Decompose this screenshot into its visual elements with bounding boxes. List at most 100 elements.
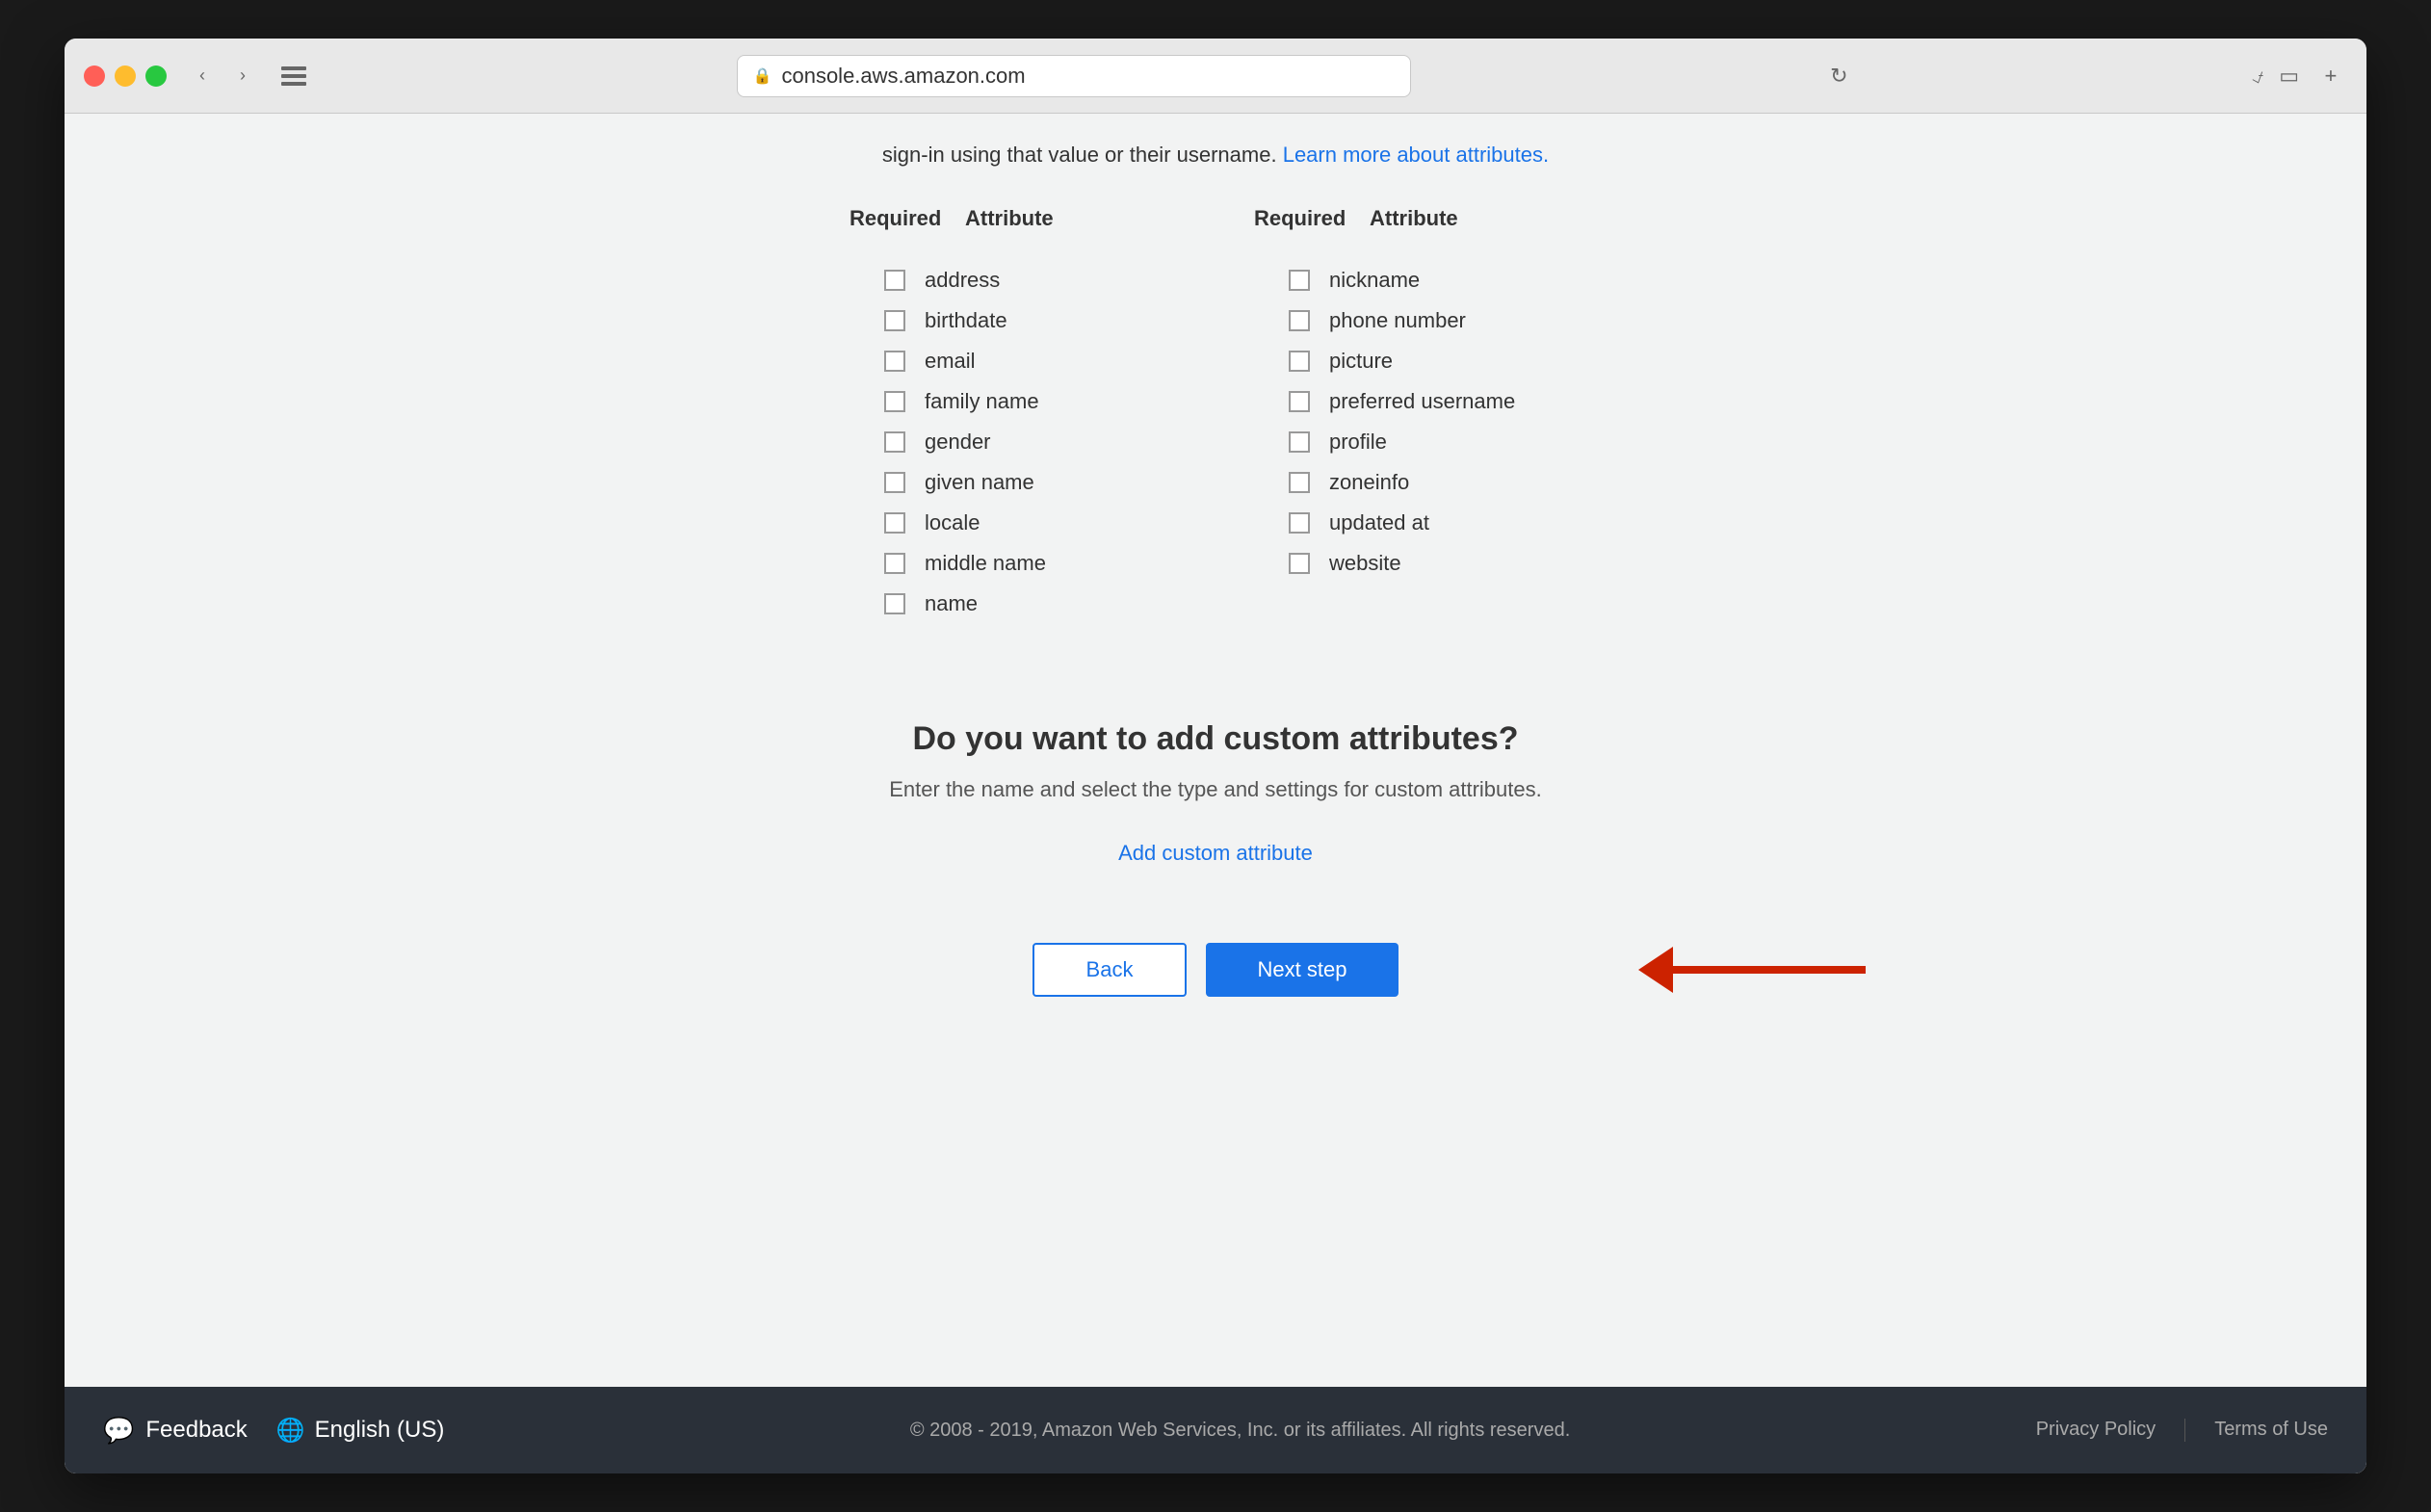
footer-right: Privacy Policy Terms of Use: [2036, 1419, 2328, 1442]
profile-label: profile: [1329, 430, 1387, 455]
list-item: picture: [1254, 341, 1581, 381]
family-name-label: family name: [925, 389, 1039, 414]
next-step-button[interactable]: Next step: [1206, 943, 1398, 997]
address-label: address: [925, 268, 1000, 293]
copyright-text: © 2008 - 2019, Amazon Web Services, Inc.…: [910, 1420, 1570, 1441]
sidebar-toggle-button[interactable]: [274, 60, 313, 92]
right-column-header: Required Attribute: [1254, 206, 1581, 241]
right-attributes-column: Required Attribute nickname phone number…: [1254, 206, 1581, 624]
address-checkbox[interactable]: [884, 270, 905, 291]
list-item: gender: [850, 422, 1177, 462]
buttons-section: Back Next step: [103, 904, 2328, 1055]
privacy-policy-link[interactable]: Privacy Policy: [2036, 1419, 2156, 1442]
website-label: website: [1329, 551, 1401, 576]
list-item: email: [850, 341, 1177, 381]
list-item: address: [850, 260, 1177, 300]
zoneinfo-checkbox[interactable]: [1289, 472, 1310, 493]
name-checkbox[interactable]: [884, 593, 905, 614]
info-text: sign-in using that value or their userna…: [103, 143, 2328, 168]
email-label: email: [925, 349, 976, 374]
language-label: English (US): [315, 1417, 445, 1444]
updated-at-label: updated at: [1329, 510, 1429, 535]
language-selector[interactable]: 🌐 English (US): [276, 1417, 445, 1445]
family-name-checkbox[interactable]: [884, 391, 905, 412]
new-window-icon[interactable]: ▭: [2279, 64, 2299, 89]
arrow-head-icon: [1638, 947, 1673, 993]
arrow-indicator: [1638, 947, 1866, 993]
email-checkbox[interactable]: [884, 351, 905, 372]
list-item: family name: [850, 381, 1177, 422]
birthdate-checkbox[interactable]: [884, 310, 905, 331]
add-tab-button[interactable]: +: [2314, 60, 2347, 92]
list-item: phone number: [1254, 300, 1581, 341]
share-icon[interactable]: ⍻: [2252, 64, 2263, 89]
nav-buttons: ‹ ›: [186, 60, 259, 92]
list-item: profile: [1254, 422, 1581, 462]
middle-name-checkbox[interactable]: [884, 553, 905, 574]
picture-checkbox[interactable]: [1289, 351, 1310, 372]
forward-nav-button[interactable]: ›: [226, 60, 259, 92]
nickname-checkbox[interactable]: [1289, 270, 1310, 291]
feedback-icon: 💬: [103, 1416, 134, 1446]
given-name-checkbox[interactable]: [884, 472, 905, 493]
profile-checkbox[interactable]: [1289, 431, 1310, 453]
nickname-label: nickname: [1329, 268, 1420, 293]
list-item: website: [1254, 543, 1581, 584]
list-item: name: [850, 584, 1177, 624]
zoneinfo-label: zoneinfo: [1329, 470, 1409, 495]
maximize-button[interactable]: [145, 65, 167, 87]
preferred-username-label: preferred username: [1329, 389, 1515, 414]
custom-attributes-description: Enter the name and select the type and s…: [103, 777, 2328, 802]
back-button[interactable]: Back: [1033, 943, 1187, 997]
lock-icon: 🔒: [753, 66, 772, 86]
attributes-grid: Required Attribute address birthdate ema…: [103, 206, 2328, 624]
feedback-button[interactable]: 💬 Feedback: [103, 1416, 248, 1446]
info-text-before: sign-in using that value or their userna…: [882, 143, 1277, 167]
address-bar[interactable]: 🔒 console.aws.amazon.com: [737, 55, 1411, 97]
terms-of-use-link[interactable]: Terms of Use: [2214, 1419, 2328, 1442]
list-item: birthdate: [850, 300, 1177, 341]
url-text: console.aws.amazon.com: [781, 64, 1025, 89]
minimize-button[interactable]: [115, 65, 136, 87]
updated-at-checkbox[interactable]: [1289, 512, 1310, 534]
custom-attributes-title: Do you want to add custom attributes?: [103, 720, 2328, 758]
left-column-header: Required Attribute: [850, 206, 1177, 241]
learn-more-link[interactable]: Learn more about attributes.: [1283, 143, 1549, 167]
preferred-username-checkbox[interactable]: [1289, 391, 1310, 412]
right-required-header: Required: [1254, 206, 1350, 231]
gender-label: gender: [925, 430, 991, 455]
footer-left: 💬 Feedback 🌐 English (US): [103, 1416, 444, 1446]
right-attribute-header: Attribute: [1370, 206, 1458, 231]
add-custom-attribute-link[interactable]: Add custom attribute: [1118, 841, 1313, 865]
website-checkbox[interactable]: [1289, 553, 1310, 574]
locale-label: locale: [925, 510, 980, 535]
left-required-header: Required: [850, 206, 946, 231]
locale-checkbox[interactable]: [884, 512, 905, 534]
list-item: nickname: [1254, 260, 1581, 300]
feedback-label: Feedback: [145, 1417, 247, 1444]
list-item: given name: [850, 462, 1177, 503]
footer-divider: [2184, 1419, 2185, 1442]
globe-icon: 🌐: [276, 1417, 305, 1445]
list-item: locale: [850, 503, 1177, 543]
reload-button[interactable]: ↻: [1830, 64, 1847, 89]
list-item: zoneinfo: [1254, 462, 1581, 503]
picture-label: picture: [1329, 349, 1393, 374]
list-item: updated at: [1254, 503, 1581, 543]
given-name-label: given name: [925, 470, 1034, 495]
birthdate-label: birthdate: [925, 308, 1007, 333]
back-nav-button[interactable]: ‹: [186, 60, 219, 92]
list-item: preferred username: [1254, 381, 1581, 422]
title-bar: ‹ › 🔒 console.aws.amazon.com ↻ ⍻ ▭ +: [65, 39, 2366, 114]
custom-attributes-section: Do you want to add custom attributes? En…: [103, 682, 2328, 904]
main-content: sign-in using that value or their userna…: [65, 114, 2366, 1387]
gender-checkbox[interactable]: [884, 431, 905, 453]
page-content: sign-in using that value or their userna…: [65, 114, 2366, 1473]
traffic-lights: [84, 65, 167, 87]
name-label: name: [925, 591, 978, 616]
footer-center: © 2008 - 2019, Amazon Web Services, Inc.…: [444, 1420, 2035, 1442]
close-button[interactable]: [84, 65, 105, 87]
phone-number-checkbox[interactable]: [1289, 310, 1310, 331]
left-attributes-column: Required Attribute address birthdate ema…: [850, 206, 1177, 624]
left-attribute-header: Attribute: [965, 206, 1054, 231]
